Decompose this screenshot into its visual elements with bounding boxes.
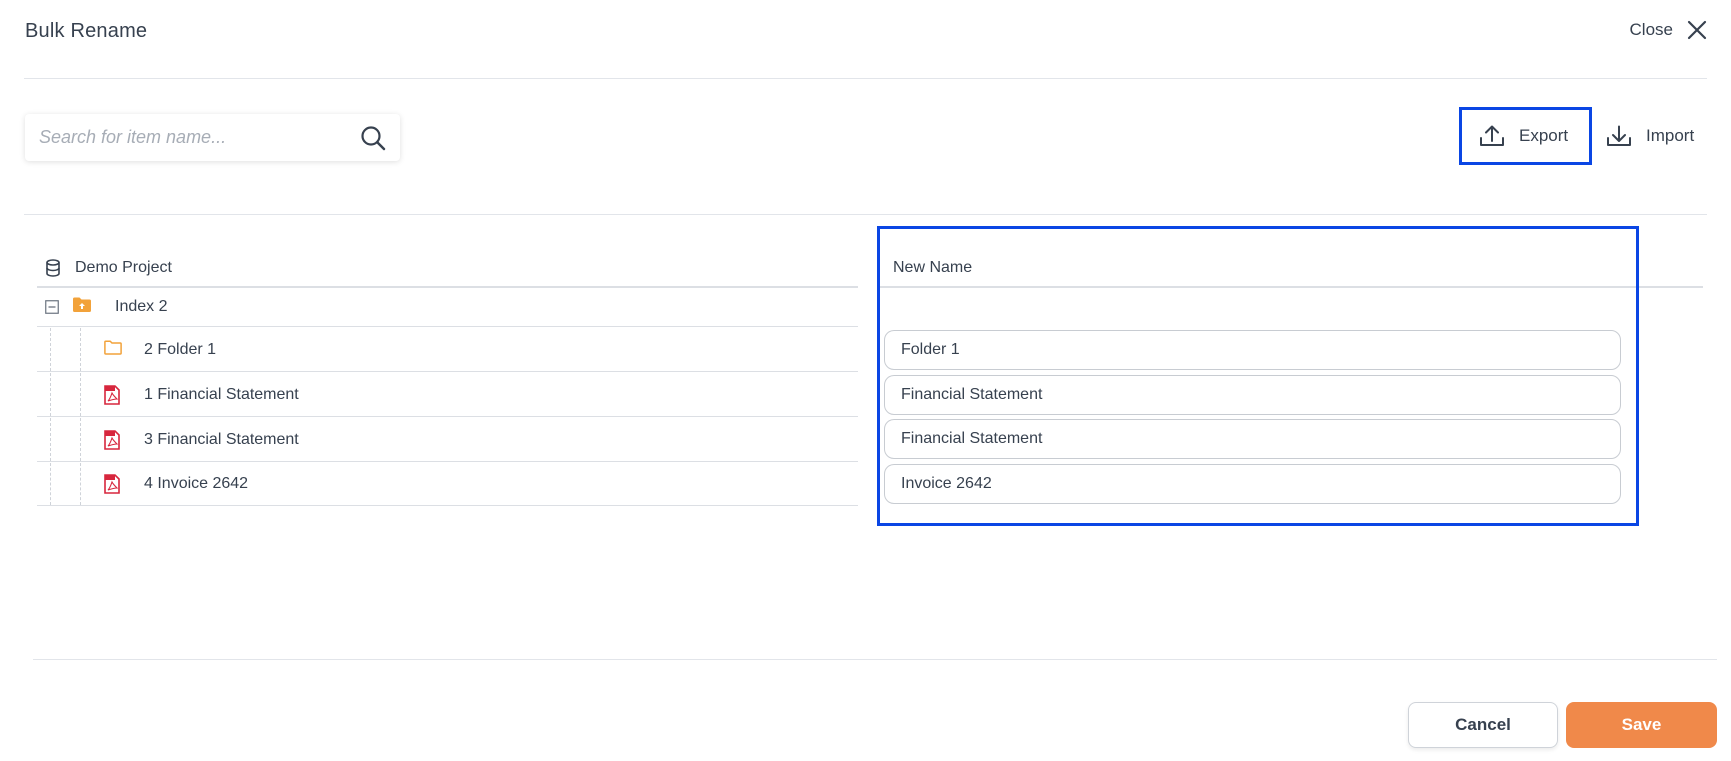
tree-row-label: 4 Invoice 2642 [144, 475, 249, 492]
new-name-input[interactable] [884, 330, 1621, 370]
tree-row-label: Index 2 [115, 298, 168, 315]
tree-row-folder[interactable]: 2 Folder 1 [37, 328, 858, 372]
pdf-file-icon [104, 384, 120, 405]
tree-row-index[interactable]: Index 2 [37, 288, 858, 327]
search-icon[interactable] [360, 125, 386, 151]
footer-divider [33, 659, 1717, 660]
tree-guide-line [50, 418, 51, 461]
tree-row-file[interactable]: 3 Financial Statement [37, 418, 858, 462]
download-icon [1607, 125, 1631, 146]
cancel-button[interactable]: Cancel [1408, 702, 1558, 748]
new-name-input[interactable] [884, 375, 1621, 415]
close-label: Close [1629, 20, 1673, 39]
tree-header: Demo Project [37, 250, 858, 288]
tree-row-file[interactable]: 4 Invoice 2642 [37, 463, 858, 506]
tree-row-label: 1 Financial Statement [144, 385, 299, 403]
tree-guide-line [50, 373, 51, 416]
tree-guide-line [50, 328, 51, 371]
tree-guide-line [50, 463, 51, 505]
save-button[interactable]: Save [1566, 702, 1717, 748]
tree-guide-line [80, 373, 81, 416]
export-label: Export [1519, 126, 1569, 145]
database-icon [46, 259, 60, 277]
tree-row-file[interactable]: 1 Financial Statement [37, 373, 858, 417]
search-input[interactable] [39, 127, 360, 148]
tree-guide-line [80, 328, 81, 371]
close-button[interactable]: Close [1630, 20, 1707, 40]
toolbar-divider [24, 214, 1707, 215]
upload-icon [1480, 125, 1504, 146]
index-folder-icon [73, 297, 91, 312]
import-label: Import [1646, 126, 1695, 145]
pdf-file-icon [104, 474, 120, 494]
tree-row-label: 2 Folder 1 [144, 340, 217, 358]
dialog-title: Bulk Rename [25, 20, 148, 42]
tree-guide-line [80, 418, 81, 461]
project-name: Demo Project [75, 259, 172, 276]
folder-icon [104, 340, 122, 355]
tree-row-label: 3 Financial Statement [144, 430, 299, 448]
tree-guide-line [80, 463, 81, 505]
new-name-input[interactable] [884, 464, 1621, 504]
import-button[interactable]: Import [1606, 107, 1694, 165]
new-name-header: New Name [880, 250, 1703, 288]
pdf-file-icon [104, 429, 120, 450]
close-icon [1687, 20, 1707, 40]
header-divider [24, 78, 1707, 79]
collapse-icon[interactable] [45, 300, 59, 314]
search-box[interactable] [25, 114, 400, 161]
new-name-input[interactable] [884, 419, 1621, 459]
export-button[interactable]: Export [1459, 107, 1592, 165]
